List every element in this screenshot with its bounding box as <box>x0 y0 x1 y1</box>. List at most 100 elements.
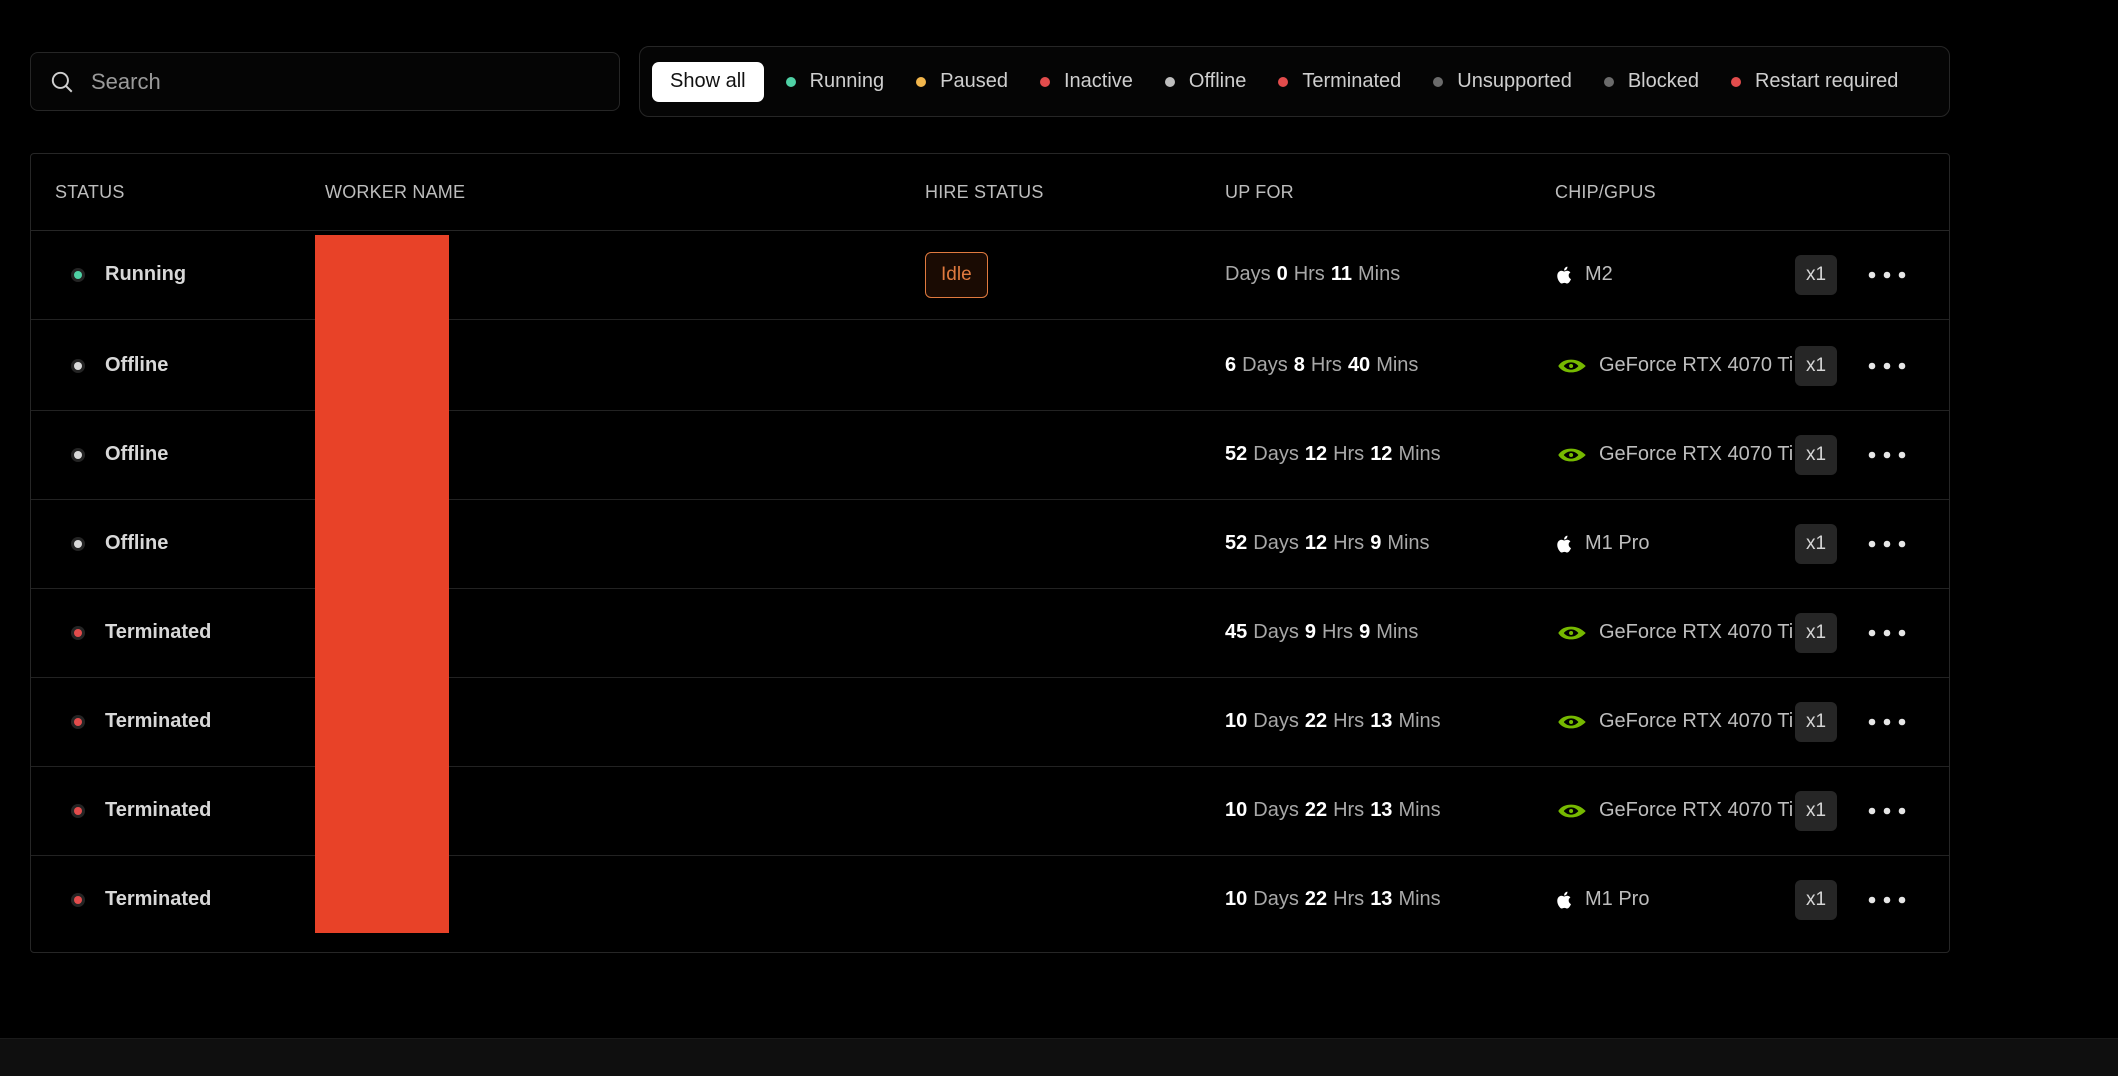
filter-chip-label: Blocked <box>1627 70 1699 92</box>
uptime-cell: Days 0 Hrs 11 Mins <box>1225 230 1406 319</box>
apple-icon <box>1555 264 1575 286</box>
header-status[interactable]: STATUS <box>55 182 125 203</box>
uptime-mins-value: 13 <box>1370 799 1393 821</box>
uptime-days-value: 52 <box>1225 532 1248 554</box>
chip-name: M1 Pro <box>1585 888 1650 910</box>
more-horizontal-icon <box>1868 629 1906 636</box>
filter-chip-list: Running Paused Inactive Offline Terminated Un… <box>785 70 1931 93</box>
more-options-button[interactable] <box>1867 588 1907 677</box>
uptime-hrs-unit: Hrs <box>1293 263 1325 285</box>
uptime-days-unit: Days <box>1253 888 1299 910</box>
more-options-button[interactable] <box>1867 321 1907 410</box>
more-options-button[interactable] <box>1867 677 1907 766</box>
gpu-count-cell: x1 <box>1795 230 1837 319</box>
uptime-hrs-unit: Hrs <box>1310 354 1342 376</box>
uptime-cell: 10 Days 22 Hrs 13 Mins <box>1225 677 1447 766</box>
chip-cell: GeForce RTX 4070 Ti <box>1555 410 1793 499</box>
filter-chip-label: Inactive <box>1063 70 1133 92</box>
status-dot-icon <box>71 267 85 282</box>
gpu-count-badge: x1 <box>1795 434 1837 475</box>
status-label: Terminated <box>105 799 212 821</box>
more-horizontal-icon <box>1868 362 1906 369</box>
header-chip-gpus[interactable]: CHIP/GPUS <box>1555 182 1656 203</box>
chip-name: M1 Pro <box>1585 532 1650 554</box>
filter-chip-inactive[interactable]: Inactive <box>1039 70 1133 93</box>
uptime-mins-value: 40 <box>1347 354 1371 376</box>
status-dot-icon <box>1603 76 1614 87</box>
more-options-button[interactable] <box>1867 855 1907 944</box>
chip-cell: GeForce RTX 4070 Ti <box>1555 677 1793 766</box>
header-hire-status[interactable]: HIRE STATUS <box>925 182 1044 203</box>
uptime-cell: 10 Days 22 Hrs 13 Mins <box>1225 766 1447 855</box>
status-label: Running <box>105 263 187 285</box>
status-cell: Running <box>71 230 186 319</box>
filter-chip-running[interactable]: Running <box>785 70 884 93</box>
status-dot-icon <box>1730 76 1741 87</box>
chip-name: GeForce RTX 4070 Ti <box>1599 799 1794 821</box>
status-filter-bar: Show all Running Paused Inactive Offline Ter… <box>639 46 1950 117</box>
uptime-days-value: 45 <box>1225 621 1248 643</box>
uptime-hrs-value: 0 <box>1276 263 1288 285</box>
header-worker-name[interactable]: WORKER NAME <box>325 182 465 203</box>
filter-show-all-button[interactable]: Show all <box>652 61 764 102</box>
more-options-button[interactable] <box>1867 499 1907 588</box>
filter-chip-label: Unsupported <box>1457 70 1572 92</box>
filter-chip-restart-required[interactable]: Restart required <box>1730 70 1899 93</box>
gpu-count-badge: x1 <box>1795 790 1837 831</box>
uptime-hrs-value: 9 <box>1304 621 1316 643</box>
uptime-hrs-value: 22 <box>1304 888 1328 910</box>
status-label: Offline <box>105 354 169 376</box>
status-dot-icon <box>71 803 85 818</box>
more-options-button[interactable] <box>1867 230 1907 319</box>
uptime-days-value: 52 <box>1225 443 1248 465</box>
uptime-hrs-value: 22 <box>1304 799 1328 821</box>
filter-chip-paused[interactable]: Paused <box>916 70 1008 93</box>
status-label: Offline <box>105 443 169 465</box>
uptime-cell: 6 Days 8 Hrs 40 Mins <box>1225 321 1424 410</box>
chip-cell: GeForce RTX 4070 Ti <box>1555 588 1793 677</box>
hire-status-badge: Idle <box>925 251 988 298</box>
status-dot-icon <box>1433 76 1444 87</box>
status-cell: Terminated <box>71 855 211 944</box>
status-dot-icon <box>71 447 85 462</box>
more-options-button[interactable] <box>1867 410 1907 499</box>
uptime-mins-value: 13 <box>1370 888 1393 910</box>
chip-name: GeForce RTX 4070 Ti <box>1599 710 1794 732</box>
status-label: Offline <box>105 532 169 554</box>
status-dot-icon <box>71 536 85 551</box>
redaction-block <box>315 235 449 933</box>
uptime-hrs-unit: Hrs <box>1333 799 1365 821</box>
status-dot-icon <box>1278 76 1289 87</box>
uptime-hrs-unit: Hrs <box>1333 443 1365 465</box>
header-up-for[interactable]: UP FOR <box>1225 182 1294 203</box>
more-horizontal-icon <box>1868 451 1906 458</box>
filter-chip-label: Restart required <box>1754 70 1899 92</box>
chip-cell: GeForce RTX 4070 Ti <box>1555 766 1793 855</box>
uptime-mins-value: 11 <box>1330 263 1352 285</box>
status-cell: Offline <box>71 321 168 410</box>
filter-chip-offline[interactable]: Offline <box>1164 70 1247 93</box>
filter-chip-label: Paused <box>940 70 1008 92</box>
more-horizontal-icon <box>1868 540 1906 547</box>
status-dot-icon <box>916 76 927 87</box>
filter-chip-label: Offline <box>1188 70 1247 92</box>
apple-icon <box>1555 533 1575 555</box>
status-dot-icon <box>71 358 85 373</box>
gpu-count-cell: x1 <box>1795 677 1837 766</box>
search-input[interactable] <box>89 67 573 96</box>
chip-cell: M1 Pro <box>1555 855 1649 944</box>
uptime-days-value: 6 <box>1225 354 1237 376</box>
filter-chip-terminated[interactable]: Terminated <box>1278 70 1401 93</box>
search-box[interactable] <box>30 52 620 111</box>
more-options-button[interactable] <box>1867 766 1907 855</box>
filter-chip-unsupported[interactable]: Unsupported <box>1433 70 1572 93</box>
status-cell: Terminated <box>71 766 211 855</box>
uptime-cell: 45 Days 9 Hrs 9 Mins <box>1225 588 1424 677</box>
nvidia-icon <box>1555 799 1589 822</box>
filter-chip-blocked[interactable]: Blocked <box>1603 70 1699 93</box>
uptime-mins-unit: Mins <box>1398 710 1441 732</box>
status-dot-icon <box>71 892 85 907</box>
gpu-count-cell: x1 <box>1795 766 1837 855</box>
uptime-hrs-value: 8 <box>1293 354 1305 376</box>
uptime-mins-unit: Mins <box>1398 443 1441 465</box>
